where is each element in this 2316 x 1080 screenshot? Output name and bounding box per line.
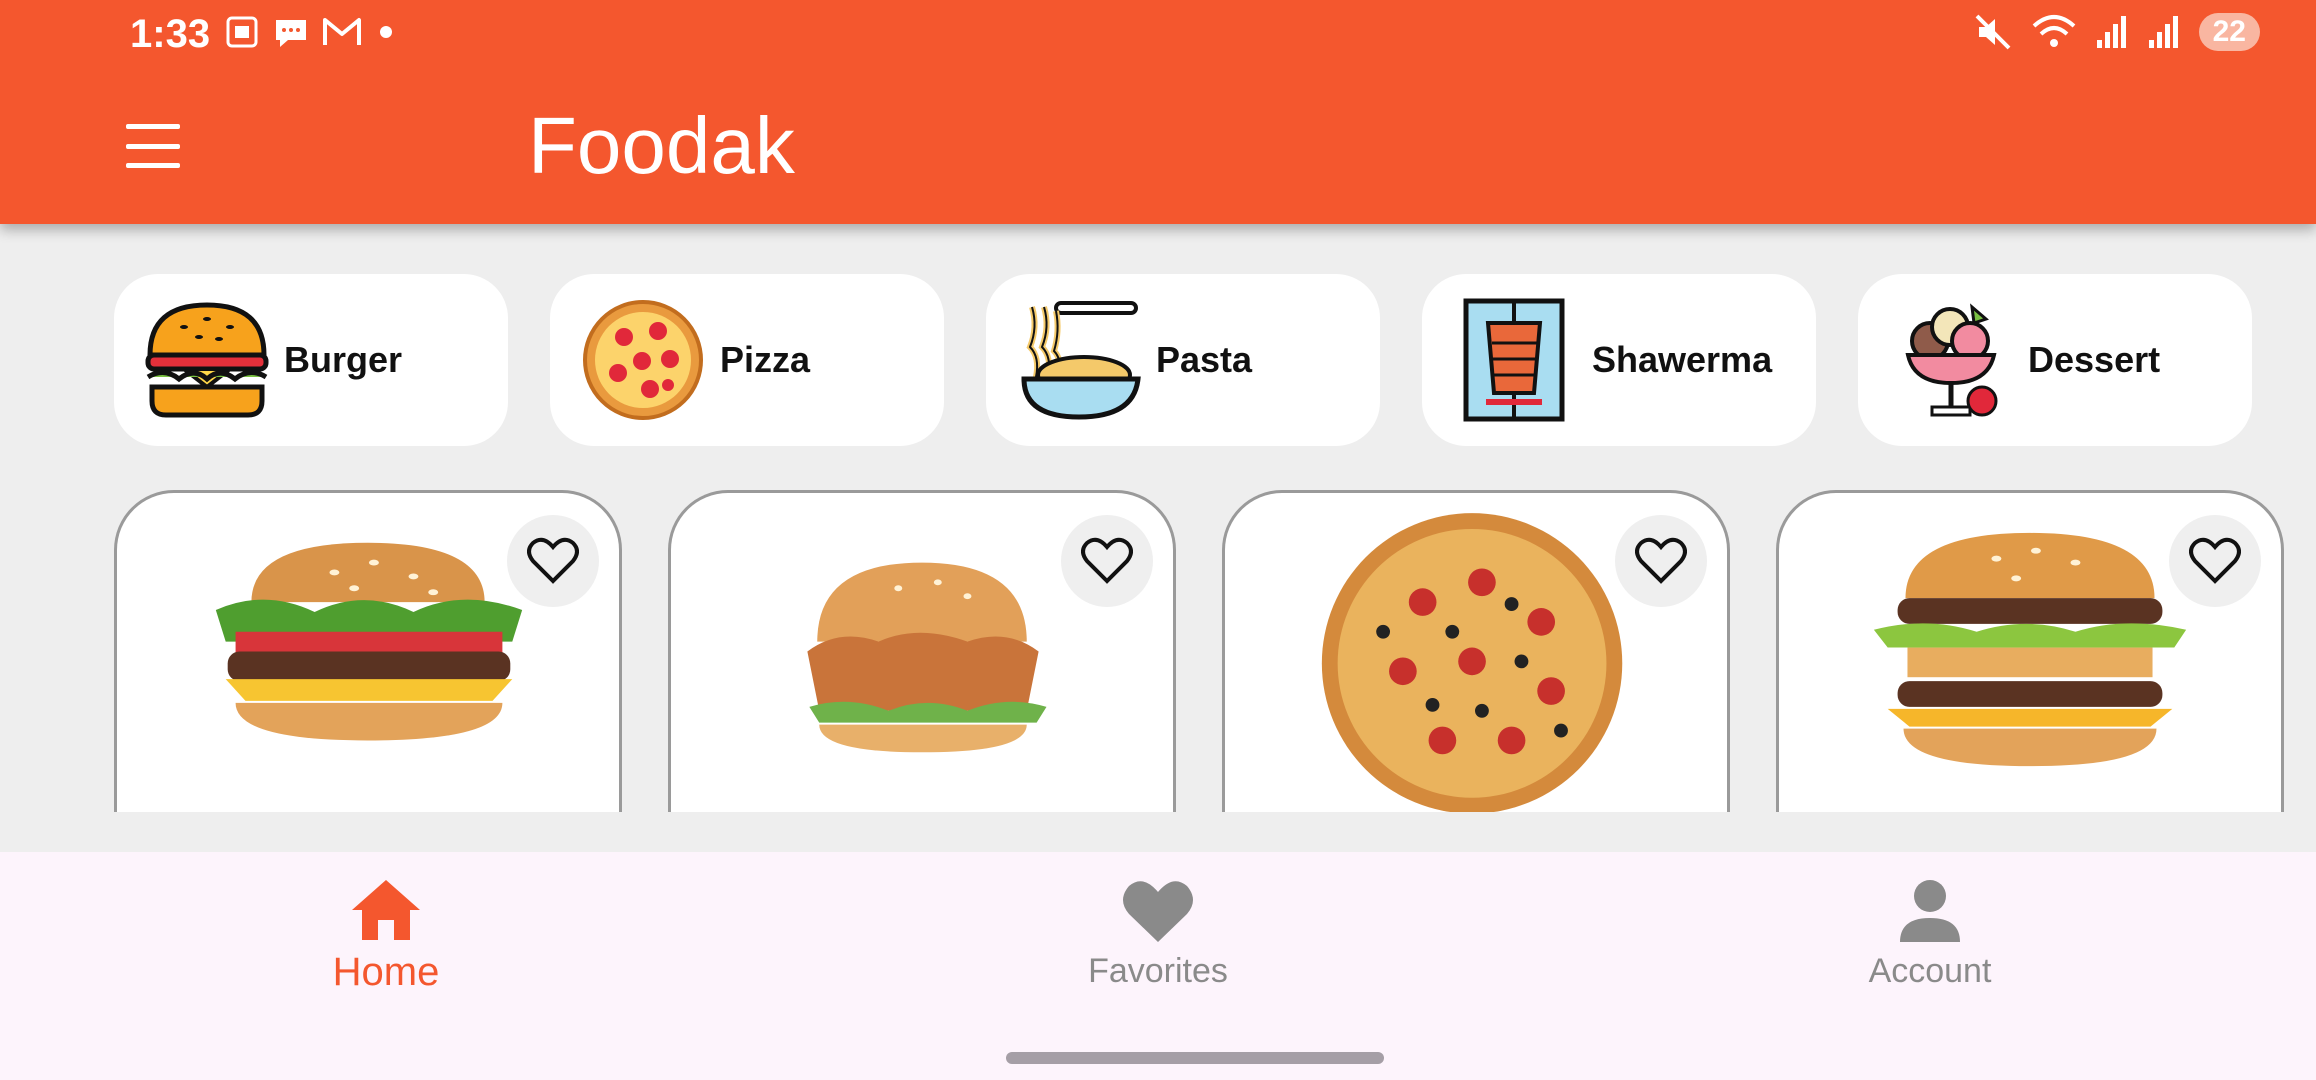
favorite-button[interactable] bbox=[2169, 515, 2261, 607]
pasta-icon bbox=[1021, 301, 1141, 420]
category-list: Burger Pizza Pasta Shawerma Dessert bbox=[114, 274, 2252, 446]
heart-outline-icon bbox=[1635, 537, 1687, 584]
favorite-button[interactable] bbox=[507, 515, 599, 607]
category-label: Dessert bbox=[2028, 339, 2161, 380]
pizza-icon bbox=[583, 300, 703, 420]
screenshot-icon bbox=[226, 16, 258, 48]
shawerma-icon bbox=[1463, 298, 1565, 422]
nav-item-account[interactable]: Account bbox=[1780, 878, 2080, 991]
hamburger-menu-icon[interactable] bbox=[126, 124, 180, 168]
home-icon bbox=[352, 880, 420, 940]
product-card[interactable] bbox=[668, 490, 1176, 812]
dessert-icon bbox=[1905, 303, 1998, 417]
top-app-bar: 1:33 22 Foodak bbox=[0, 0, 2316, 224]
category-label: Burger bbox=[284, 339, 403, 380]
bottom-navigation-bar: Home Favorites Account bbox=[0, 852, 2316, 1080]
nav-label-account: Account bbox=[1868, 952, 1992, 990]
category-label: Pizza bbox=[720, 339, 811, 380]
signal-icon bbox=[2096, 16, 2126, 48]
gesture-handle[interactable] bbox=[1006, 1052, 1384, 1064]
category-pizza[interactable]: Pizza bbox=[550, 274, 944, 446]
status-system-icons: 22 bbox=[1973, 12, 2260, 52]
category-pasta[interactable]: Pasta bbox=[986, 274, 1380, 446]
heart-outline-icon bbox=[527, 537, 579, 584]
product-list bbox=[114, 490, 2284, 812]
nav-item-favorites[interactable]: Favorites bbox=[1008, 878, 1308, 991]
category-shawerma[interactable]: Shawerma bbox=[1422, 274, 1816, 446]
category-label: Pasta bbox=[1156, 339, 1253, 380]
category-dessert[interactable]: Dessert bbox=[1858, 274, 2252, 446]
status-time: 1:33 bbox=[130, 12, 211, 56]
gmail-icon bbox=[323, 18, 361, 45]
nav-label-home: Home bbox=[332, 950, 440, 994]
heart-outline-icon bbox=[1081, 537, 1133, 584]
nav-label-favorites: Favorites bbox=[1088, 952, 1228, 990]
burger-icon bbox=[145, 302, 269, 418]
app-title: Foodak bbox=[528, 101, 795, 190]
status-notification-icons bbox=[224, 14, 398, 50]
favorite-button[interactable] bbox=[1061, 515, 1153, 607]
mute-icon bbox=[1975, 14, 2011, 50]
category-label: Shawerma bbox=[1592, 339, 1773, 380]
product-card[interactable] bbox=[1222, 490, 1730, 812]
product-card[interactable] bbox=[1776, 490, 2284, 812]
chat-bubble-icon bbox=[276, 20, 306, 47]
heart-outline-icon bbox=[2189, 537, 2241, 584]
nav-item-home[interactable]: Home bbox=[236, 878, 536, 995]
person-icon bbox=[1900, 880, 1960, 942]
favorite-button[interactable] bbox=[1615, 515, 1707, 607]
dot-icon bbox=[380, 26, 392, 38]
heart-icon bbox=[1123, 881, 1193, 942]
category-burger[interactable]: Burger bbox=[114, 274, 508, 446]
battery-level: 22 bbox=[2198, 13, 2260, 51]
signal-icon bbox=[2148, 16, 2178, 48]
wifi-icon bbox=[2032, 15, 2075, 47]
product-card[interactable] bbox=[114, 490, 622, 812]
